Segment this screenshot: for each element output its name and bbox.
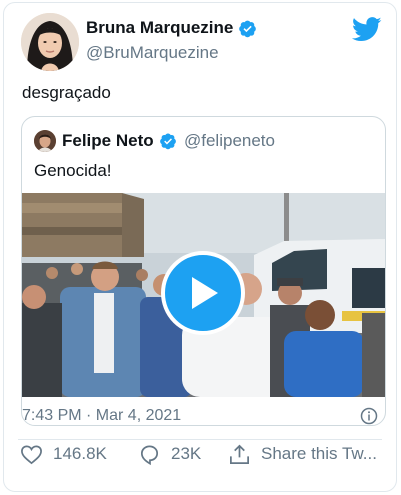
quoted-author-name-row[interactable]: Felipe Neto bbox=[62, 131, 177, 151]
author-name-row[interactable]: Bruna Marquezine bbox=[86, 18, 257, 38]
info-icon[interactable] bbox=[360, 407, 378, 425]
reply-button[interactable]: 23K bbox=[138, 443, 201, 466]
verified-badge-icon bbox=[159, 133, 176, 150]
author-name[interactable]: Bruna Marquezine bbox=[86, 18, 233, 38]
reply-count: 23K bbox=[171, 444, 202, 463]
like-button[interactable]: 146.8K bbox=[20, 443, 107, 466]
author-avatar[interactable] bbox=[21, 13, 79, 71]
divider bbox=[18, 439, 382, 440]
quoted-author-name[interactable]: Felipe Neto bbox=[62, 131, 154, 151]
share-button[interactable]: Share this Tw... bbox=[228, 443, 377, 466]
quoted-author-avatar[interactable] bbox=[34, 130, 56, 152]
quoted-tweet-text: Genocida! bbox=[34, 161, 112, 180]
share-label: Share this Tw... bbox=[261, 444, 377, 463]
author-handle[interactable]: @BruMarquezine bbox=[86, 43, 219, 63]
tweet-text: desgraçado bbox=[22, 83, 111, 102]
tweet-card: Bruna Marquezine @BruMarquezine desgraça… bbox=[3, 2, 397, 492]
verified-badge-icon bbox=[239, 20, 257, 37]
video-thumbnail[interactable] bbox=[22, 193, 385, 397]
tweet-timestamp[interactable]: 7:43 PM · Mar 4, 2021 bbox=[22, 407, 181, 425]
play-button[interactable] bbox=[161, 251, 245, 335]
play-icon bbox=[192, 277, 218, 309]
reply-bubble-icon bbox=[140, 444, 159, 465]
heart-icon bbox=[21, 444, 42, 464]
quoted-tweet[interactable]: Felipe Neto @felipeneto Genocida! bbox=[21, 116, 386, 426]
like-count: 146.8K bbox=[53, 444, 107, 463]
quoted-author-handle[interactable]: @felipeneto bbox=[184, 131, 275, 151]
twitter-bird-icon[interactable] bbox=[352, 17, 382, 42]
share-icon bbox=[230, 444, 249, 464]
